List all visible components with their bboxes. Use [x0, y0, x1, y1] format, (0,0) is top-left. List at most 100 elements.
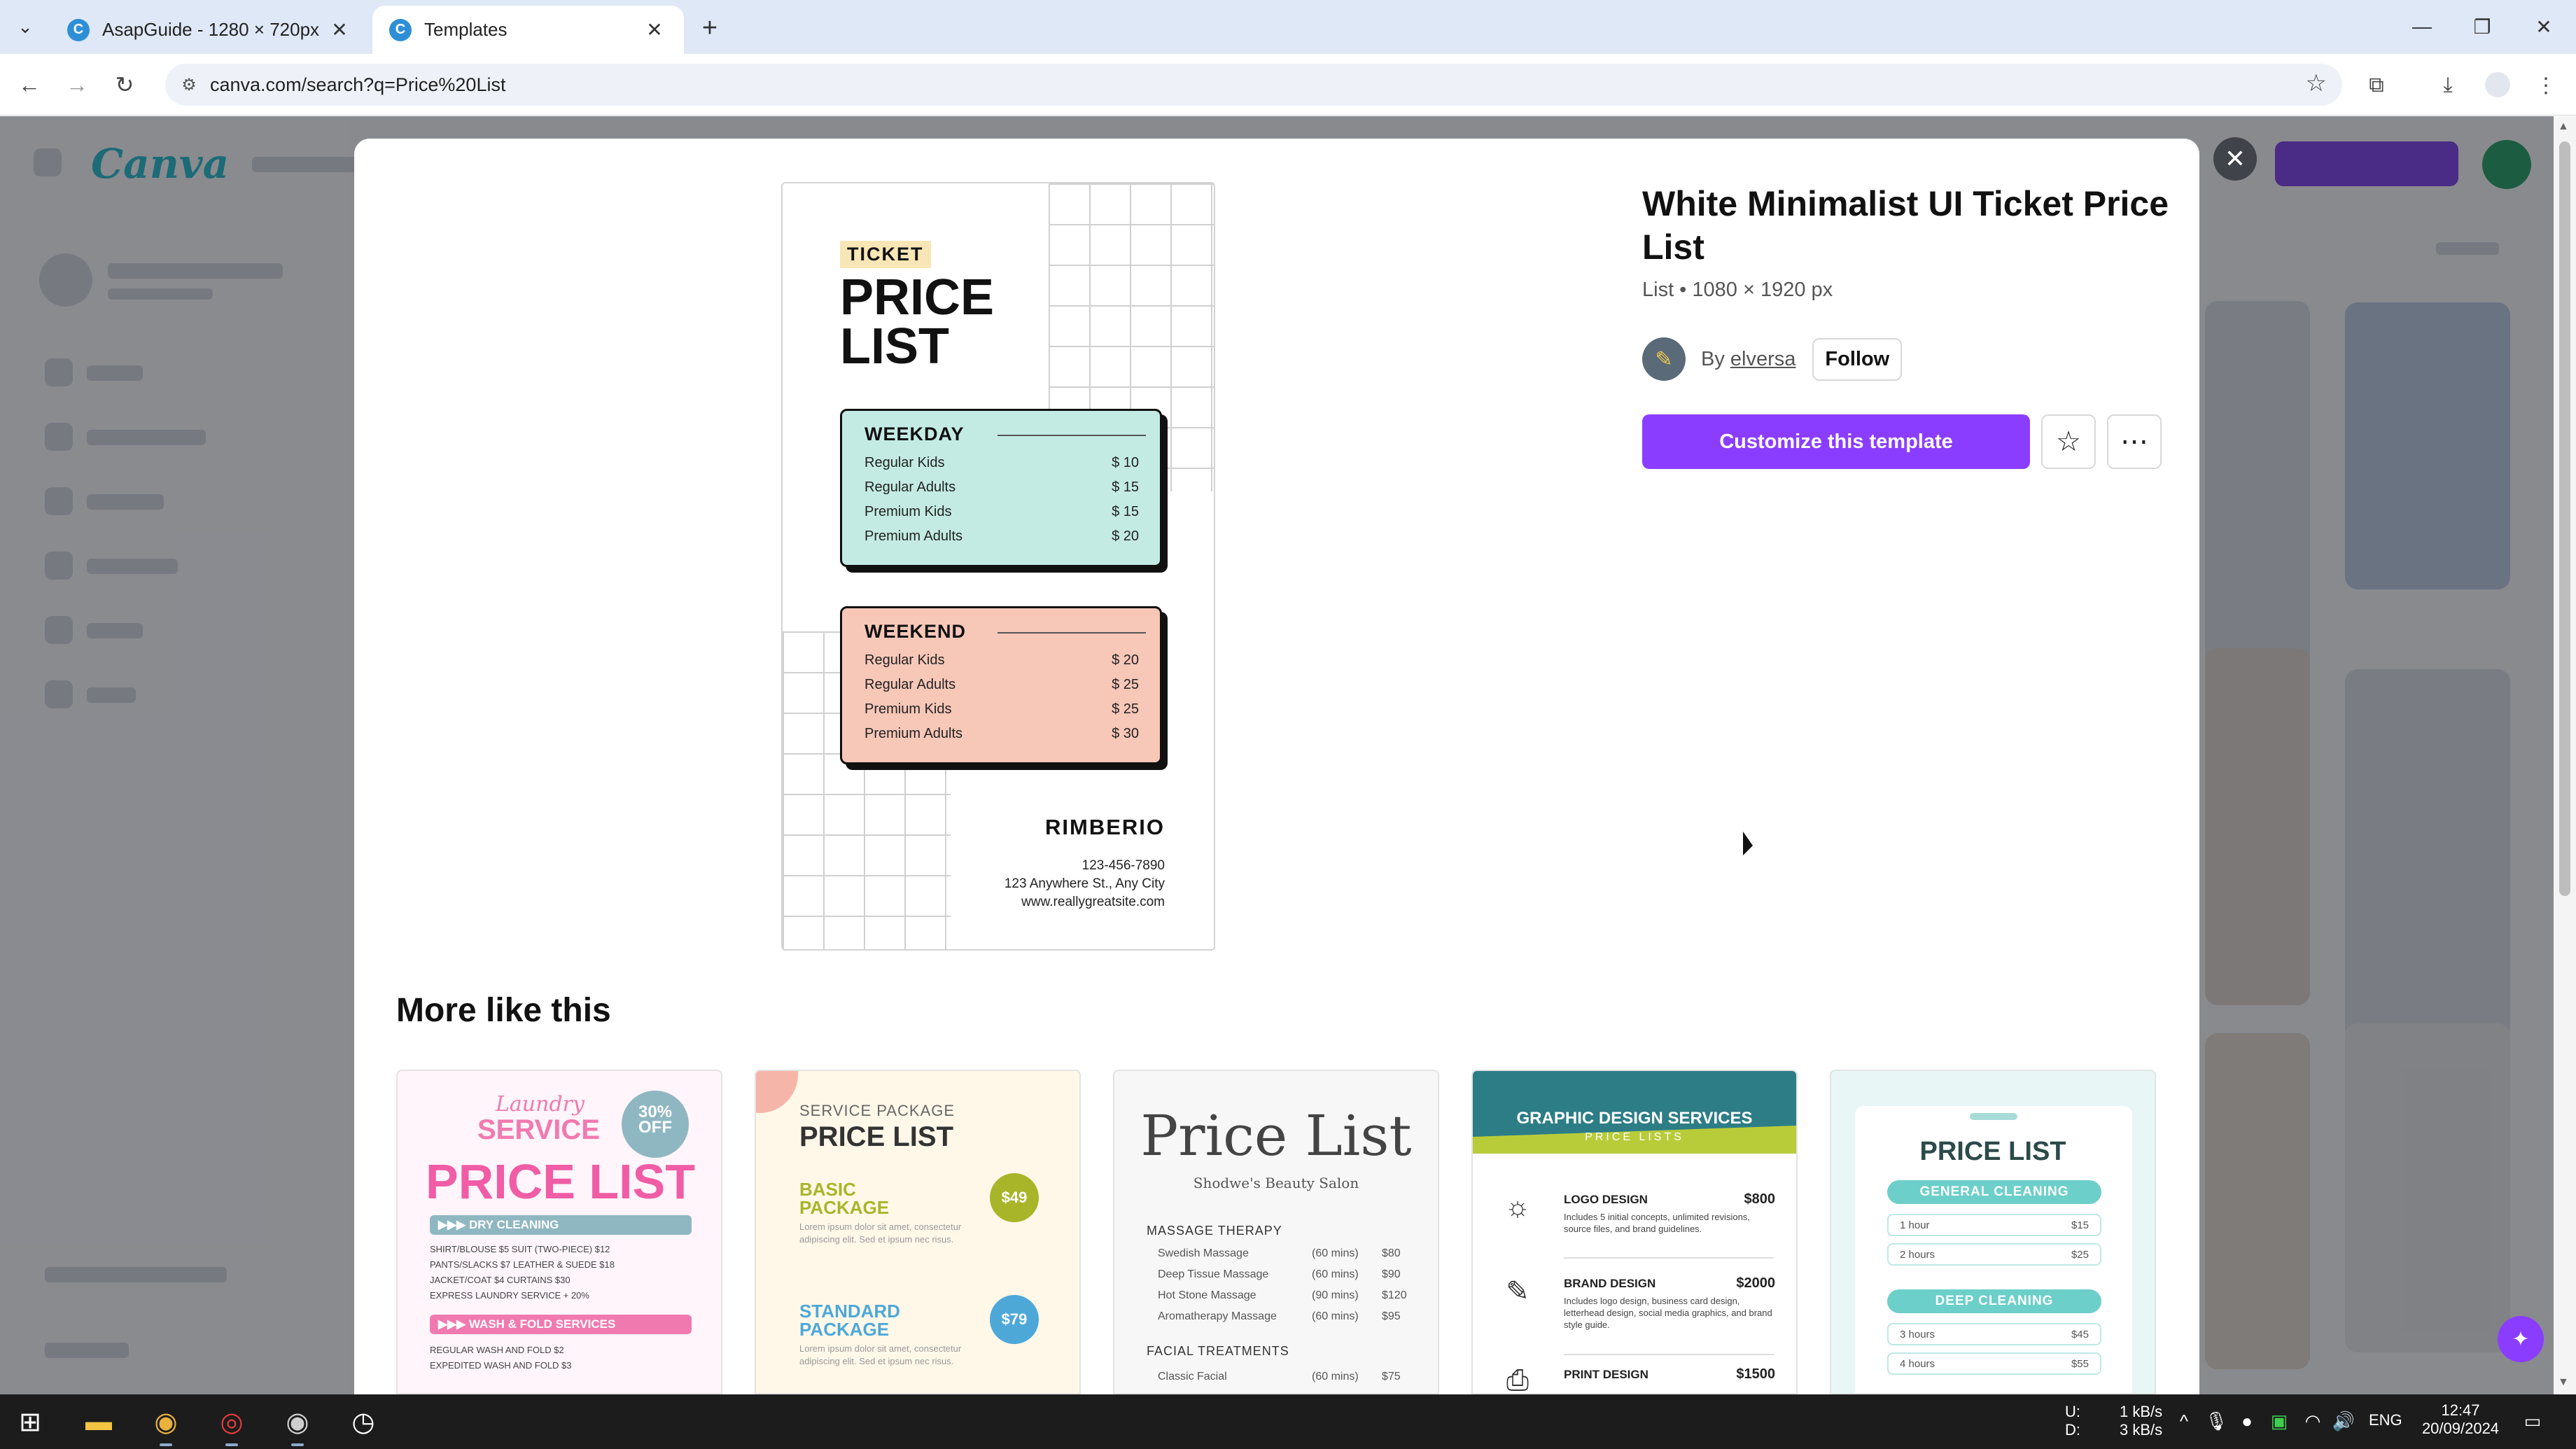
price-row: Premium Adults $ 30	[864, 726, 1139, 741]
price-row: Regular Kids $ 20	[864, 652, 1139, 668]
mouse-cursor-icon	[1743, 832, 1753, 855]
card-text: MASSAGE THERAPY	[1147, 1224, 1282, 1238]
price-row: Regular Adults $ 25	[864, 677, 1139, 692]
card-text: PRICE LIST	[426, 1154, 696, 1209]
template-meta: List • 1080 × 1920 px	[1642, 279, 1833, 301]
price-row: Premium Kids $ 25	[864, 701, 1139, 717]
scroll-up-icon[interactable]: ▲	[2558, 120, 2569, 133]
chrome-profile-icon[interactable]: ◉	[277, 1401, 318, 1446]
clock[interactable]: 12:47 20/09/2024	[2415, 1401, 2506, 1438]
net-speed: 1 kB/s 3 kB/s	[2120, 1403, 2163, 1438]
preview-headline: PRICE LIST	[840, 270, 1000, 372]
weekend-card: WEEKEND Regular Kids $ 20 Regular Adults $…	[840, 606, 1162, 764]
card-text: SERVICE PACKAGE	[799, 1102, 955, 1119]
preview-headline-line1: PRICE	[840, 270, 995, 326]
template-preview: TICKET PRICE LIST WEEKDAY Regular Kids $ …	[781, 182, 1215, 951]
modal-close-icon[interactable]: ✕	[2213, 137, 2257, 181]
card-text: GENERAL CLEANING	[1887, 1180, 2101, 1204]
scroll-down-icon[interactable]: ▼	[2558, 1376, 2569, 1389]
more-like-this-heading: More like this	[396, 992, 611, 1029]
card-text: REGULAR WASH AND FOLD $2 EXPEDITED WASH A…	[430, 1345, 572, 1371]
card-text: Shodwe's Beauty Salon	[1193, 1175, 1359, 1191]
windows-taskbar: ⊞ ▬ ◉ ◎ ◉ ◷ U: D: 1 kB/s 3 kB/s ^ 🎙 ● ▣ ◠ …	[0, 1394, 2576, 1449]
related-template-card[interactable]: Price List Shodwe's Beauty Salon MASSAGE…	[1113, 1070, 1439, 1394]
chrome-icon[interactable]: ◉	[146, 1401, 186, 1446]
browser-toolbar: ← → ↻ ⚙ canva.com/search?q=Price%20List …	[0, 54, 2576, 115]
card-text: DEEP CLEANING	[1887, 1289, 2101, 1313]
card-row: Deep Tissue Massage (60 mins) $90	[1158, 1268, 1401, 1280]
price-row: Premium Adults $ 20	[864, 528, 1139, 544]
tab-close-icon[interactable]: ✕	[327, 18, 352, 41]
site-info-icon[interactable]: ⚙	[176, 72, 202, 97]
card-text: LOGO DESIGN	[1564, 1193, 1648, 1206]
price-row: Premium Kids $ 15	[864, 504, 1139, 519]
related-template-card[interactable]: PRICE LIST GENERAL CLEANING 1 hour $15 2 …	[1830, 1070, 2156, 1394]
card-text: FACIAL TREATMENTS	[1147, 1344, 1289, 1358]
tray-chevron-icon[interactable]: ^	[2171, 1408, 2197, 1434]
tab-title: AsapGuide - 1280 × 720px	[102, 19, 320, 40]
card-text: $49	[990, 1173, 1039, 1222]
new-tab-icon[interactable]: +	[694, 13, 725, 43]
card-text: ▶▶▶ DRY CLEANING	[430, 1215, 692, 1235]
reload-icon[interactable]: ↻	[108, 68, 141, 102]
card-text: BASIC PACKAGE	[799, 1179, 890, 1218]
tab-search-chevron-icon[interactable]: ⌄	[10, 13, 41, 41]
minimize-icon[interactable]: —	[2401, 10, 2443, 43]
related-template-card[interactable]: SERVICE PACKAGE PRICE LIST BASIC PACKAGE…	[755, 1070, 1081, 1394]
tab-title: Templates	[424, 19, 507, 40]
profile-avatar[interactable]	[2485, 72, 2510, 97]
microphone-icon[interactable]: 🎙	[2204, 1408, 2229, 1434]
windows-start-icon[interactable]: ⊞	[10, 1401, 50, 1442]
card-text: STANDARD PACKAGE	[799, 1301, 900, 1340]
forward-icon[interactable]: →	[60, 68, 94, 102]
template-modal: TICKET PRICE LIST WEEKDAY Regular Kids $ …	[354, 139, 2199, 1394]
weekday-card: WEEKDAY Regular Kids $ 10 Regular Adults $…	[840, 409, 1162, 567]
card-text: BRAND DESIGN	[1564, 1277, 1656, 1290]
recorder-icon[interactable]: ◎	[211, 1401, 252, 1446]
scrollbar-thumb[interactable]	[2559, 141, 2570, 896]
print-icon: ⎙	[1506, 1365, 1529, 1394]
tray-app-icon[interactable]: ●	[2234, 1408, 2260, 1434]
card-accent-line	[1970, 1113, 2017, 1120]
tab-templates[interactable]: C Templates ✕	[372, 6, 684, 54]
language-indicator[interactable]: ENG	[2369, 1411, 2402, 1429]
more-menu-icon[interactable]: ⋮	[2530, 69, 2562, 102]
file-explorer-icon[interactable]: ▬	[78, 1401, 119, 1442]
favorite-star-icon[interactable]: ☆	[2041, 414, 2096, 469]
author-avatar[interactable]: ✎	[1642, 337, 1686, 381]
window-close-icon[interactable]: ✕	[2523, 10, 2565, 43]
back-icon[interactable]: ←	[13, 68, 46, 102]
card-text: Includes logo design, business card desi…	[1564, 1296, 1772, 1330]
template-info: White Minimalist UI Ticket Price List Li…	[1642, 182, 2174, 302]
customize-template-button[interactable]: Customize this template	[1642, 414, 2030, 469]
bookmark-star-icon[interactable]: ☆	[2306, 69, 2327, 97]
restore-icon[interactable]: ❐	[2461, 10, 2503, 43]
card-row: 3 hours $45	[1887, 1323, 2101, 1345]
canva-favicon-icon: C	[67, 18, 90, 41]
lightbulb-icon: ☼	[1504, 1191, 1531, 1222]
price-row: Regular Adults $ 15	[864, 479, 1139, 495]
preview-brand: RIMBERIO	[1045, 815, 1165, 839]
author-link[interactable]: elversa	[1730, 348, 1796, 370]
follow-button[interactable]: Follow	[1812, 337, 1903, 381]
volume-icon[interactable]: 🔊	[2331, 1408, 2356, 1434]
address-bar[interactable]: ⚙ canva.com/search?q=Price%20List ☆	[165, 64, 2342, 106]
download-icon[interactable]: ⤓	[2432, 69, 2464, 102]
card-text: Lorem ipsum dolor sit amet, consectetur …	[799, 1343, 962, 1366]
extensions-icon[interactable]: ⧉	[2360, 69, 2393, 102]
wifi-icon[interactable]: ◠	[2300, 1408, 2325, 1434]
tray-app-icon[interactable]: ▣	[2267, 1408, 2292, 1434]
notifications-icon[interactable]: ▭	[2520, 1408, 2545, 1434]
related-template-card[interactable]: GRAPHIC DESIGN SERVICES PRICE LISTS ☼ LO…	[1471, 1070, 1798, 1394]
card-row: 2 hours $25	[1887, 1243, 2101, 1266]
divider	[1564, 1257, 1774, 1259]
more-options-icon[interactable]: ⋯	[2107, 414, 2162, 469]
card-text: Price List	[1140, 1103, 1412, 1168]
clock-app-icon[interactable]: ◷	[343, 1401, 384, 1442]
discount-badge: 30% OFF	[622, 1091, 689, 1158]
tab-close-icon[interactable]: ✕	[642, 18, 667, 41]
page-scrollbar[interactable]: ▲ ▼	[2554, 116, 2576, 1394]
tab-asapguide[interactable]: C AsapGuide - 1280 × 720px ✕	[50, 6, 369, 54]
help-chat-icon[interactable]: ✦	[2498, 1316, 2544, 1362]
related-template-card[interactable]: Laundry SERVICE 30% OFF PRICE LIST ▶▶▶ DR…	[396, 1070, 722, 1394]
